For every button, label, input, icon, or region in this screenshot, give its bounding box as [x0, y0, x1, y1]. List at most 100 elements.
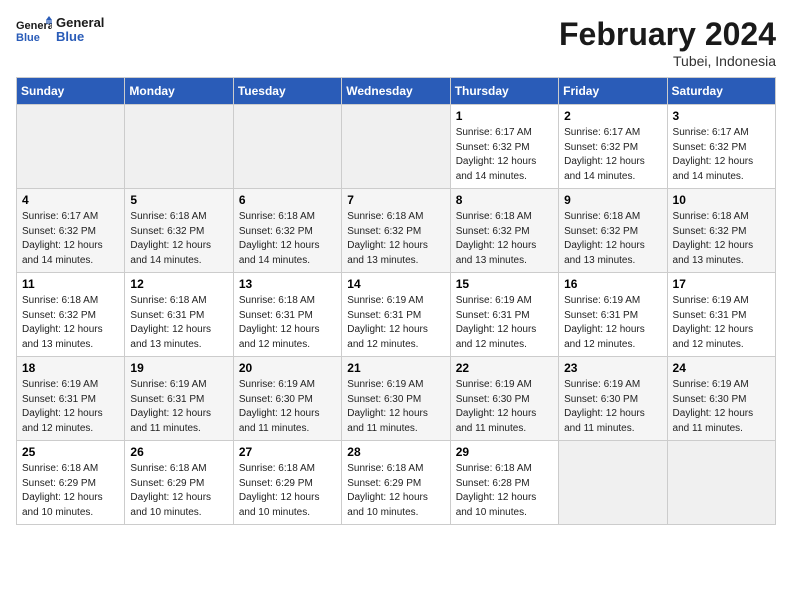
calendar-day-cell: 7 Sunrise: 6:18 AM Sunset: 6:32 PM Daylig…: [342, 189, 450, 273]
calendar-day-cell: [559, 441, 667, 525]
weekday-header-row: SundayMondayTuesdayWednesdayThursdayFrid…: [17, 78, 776, 105]
day-number: 1: [456, 109, 553, 123]
calendar-day-cell: 10Sunrise: 6:18 AM Sunset: 6:32 PM Dayli…: [667, 189, 775, 273]
day-info: Sunrise: 6:18 AM Sunset: 6:29 PM Dayligh…: [347, 462, 444, 520]
calendar-day-cell: 13Sunrise: 6:18 AM Sunset: 6:31 PM Dayli…: [233, 273, 341, 357]
weekday-header: Saturday: [667, 78, 775, 105]
calendar-day-cell: 23 Sunrise: 6:19 AM Sunset: 6:30 PM Dayli…: [559, 357, 667, 441]
weekday-header: Sunday: [17, 78, 125, 105]
day-info: Sunrise: 6:18 AM Sunset: 6:32 PM Dayligh…: [130, 210, 227, 268]
day-info: Sunrise: 6:18 AM Sunset: 6:29 PM Dayligh…: [22, 462, 119, 520]
day-info: Sunrise: 6:18 AM Sunset: 6:29 PM Dayligh…: [130, 462, 227, 520]
calendar-day-cell: 16Sunrise: 6:19 AM Sunset: 6:31 PM Dayli…: [559, 273, 667, 357]
day-number: 6: [239, 193, 336, 207]
day-info: Sunrise: 6:18 AM Sunset: 6:32 PM Dayligh…: [564, 210, 661, 268]
calendar-day-cell: 20 Sunrise: 6:19 AM Sunset: 6:30 PM Dayli…: [233, 357, 341, 441]
logo-icon: General Blue: [16, 16, 52, 44]
day-info: Sunrise: 6:17 AM Sunset: 6:32 PM Dayligh…: [673, 126, 770, 184]
day-number: 18: [22, 361, 119, 375]
calendar-day-cell: 12 Sunrise: 6:18 AM Sunset: 6:31 PM Dayli…: [125, 273, 233, 357]
calendar-day-cell: 8 Sunrise: 6:18 AM Sunset: 6:32 PM Daylig…: [450, 189, 558, 273]
day-info: Sunrise: 6:19 AM Sunset: 6:31 PM Dayligh…: [564, 294, 661, 352]
day-number: 5: [130, 193, 227, 207]
calendar-table: SundayMondayTuesdayWednesdayThursdayFrid…: [16, 77, 776, 525]
day-info: Sunrise: 6:18 AM Sunset: 6:28 PM Dayligh…: [456, 462, 553, 520]
calendar-week-row: 25 Sunrise: 6:18 AM Sunset: 6:29 PM Dayli…: [17, 441, 776, 525]
day-info: Sunrise: 6:18 AM Sunset: 6:32 PM Dayligh…: [456, 210, 553, 268]
calendar-day-cell: 27 Sunrise: 6:18 AM Sunset: 6:29 PM Dayli…: [233, 441, 341, 525]
calendar-day-cell: 2Sunrise: 6:17 AM Sunset: 6:32 PM Daylig…: [559, 105, 667, 189]
day-info: Sunrise: 6:17 AM Sunset: 6:32 PM Dayligh…: [22, 210, 119, 268]
calendar-day-cell: 24 Sunrise: 6:19 AM Sunset: 6:30 PM Dayli…: [667, 357, 775, 441]
calendar-day-cell: 28 Sunrise: 6:18 AM Sunset: 6:29 PM Dayli…: [342, 441, 450, 525]
calendar-day-cell: 5 Sunrise: 6:18 AM Sunset: 6:32 PM Daylig…: [125, 189, 233, 273]
day-info: Sunrise: 6:19 AM Sunset: 6:31 PM Dayligh…: [456, 294, 553, 352]
weekday-header: Wednesday: [342, 78, 450, 105]
day-info: Sunrise: 6:19 AM Sunset: 6:31 PM Dayligh…: [22, 378, 119, 436]
day-info: Sunrise: 6:19 AM Sunset: 6:30 PM Dayligh…: [564, 378, 661, 436]
calendar-week-row: 18 Sunrise: 6:19 AM Sunset: 6:31 PM Dayli…: [17, 357, 776, 441]
day-number: 24: [673, 361, 770, 375]
day-number: 11: [22, 277, 119, 291]
calendar-day-cell: [17, 105, 125, 189]
calendar-day-cell: 21Sunrise: 6:19 AM Sunset: 6:30 PM Dayli…: [342, 357, 450, 441]
location-subtitle: Tubei, Indonesia: [559, 53, 776, 69]
day-info: Sunrise: 6:18 AM Sunset: 6:32 PM Dayligh…: [239, 210, 336, 268]
day-number: 4: [22, 193, 119, 207]
weekday-header: Monday: [125, 78, 233, 105]
weekday-header: Tuesday: [233, 78, 341, 105]
day-info: Sunrise: 6:18 AM Sunset: 6:31 PM Dayligh…: [130, 294, 227, 352]
day-number: 23: [564, 361, 661, 375]
weekday-header: Friday: [559, 78, 667, 105]
day-info: Sunrise: 6:18 AM Sunset: 6:32 PM Dayligh…: [347, 210, 444, 268]
calendar-day-cell: 22Sunrise: 6:19 AM Sunset: 6:30 PM Dayli…: [450, 357, 558, 441]
day-info: Sunrise: 6:19 AM Sunset: 6:31 PM Dayligh…: [673, 294, 770, 352]
calendar-day-cell: [667, 441, 775, 525]
day-info: Sunrise: 6:17 AM Sunset: 6:32 PM Dayligh…: [456, 126, 553, 184]
day-info: Sunrise: 6:19 AM Sunset: 6:31 PM Dayligh…: [347, 294, 444, 352]
day-number: 10: [673, 193, 770, 207]
day-info: Sunrise: 6:17 AM Sunset: 6:32 PM Dayligh…: [564, 126, 661, 184]
calendar-week-row: 11 Sunrise: 6:18 AM Sunset: 6:32 PM Dayli…: [17, 273, 776, 357]
calendar-day-cell: 9 Sunrise: 6:18 AM Sunset: 6:32 PM Daylig…: [559, 189, 667, 273]
calendar-day-cell: 26 Sunrise: 6:18 AM Sunset: 6:29 PM Dayli…: [125, 441, 233, 525]
day-info: Sunrise: 6:18 AM Sunset: 6:29 PM Dayligh…: [239, 462, 336, 520]
day-number: 19: [130, 361, 227, 375]
calendar-day-cell: 17 Sunrise: 6:19 AM Sunset: 6:31 PM Dayli…: [667, 273, 775, 357]
day-number: 3: [673, 109, 770, 123]
calendar-day-cell: 18 Sunrise: 6:19 AM Sunset: 6:31 PM Dayli…: [17, 357, 125, 441]
calendar-day-cell: [233, 105, 341, 189]
day-number: 7: [347, 193, 444, 207]
calendar-day-cell: 25 Sunrise: 6:18 AM Sunset: 6:29 PM Dayli…: [17, 441, 125, 525]
weekday-header: Thursday: [450, 78, 558, 105]
day-number: 15: [456, 277, 553, 291]
calendar-day-cell: 19 Sunrise: 6:19 AM Sunset: 6:31 PM Dayli…: [125, 357, 233, 441]
calendar-day-cell: 6 Sunrise: 6:18 AM Sunset: 6:32 PM Daylig…: [233, 189, 341, 273]
month-title: February 2024: [559, 16, 776, 53]
day-info: Sunrise: 6:18 AM Sunset: 6:32 PM Dayligh…: [22, 294, 119, 352]
day-info: Sunrise: 6:19 AM Sunset: 6:31 PM Dayligh…: [130, 378, 227, 436]
day-number: 17: [673, 277, 770, 291]
day-number: 26: [130, 445, 227, 459]
day-info: Sunrise: 6:18 AM Sunset: 6:31 PM Dayligh…: [239, 294, 336, 352]
day-number: 29: [456, 445, 553, 459]
svg-text:Blue: Blue: [16, 32, 40, 44]
day-number: 25: [22, 445, 119, 459]
day-info: Sunrise: 6:19 AM Sunset: 6:30 PM Dayligh…: [239, 378, 336, 436]
calendar-day-cell: 4 Sunrise: 6:17 AM Sunset: 6:32 PM Daylig…: [17, 189, 125, 273]
day-info: Sunrise: 6:19 AM Sunset: 6:30 PM Dayligh…: [347, 378, 444, 436]
day-info: Sunrise: 6:19 AM Sunset: 6:30 PM Dayligh…: [673, 378, 770, 436]
day-number: 8: [456, 193, 553, 207]
day-number: 28: [347, 445, 444, 459]
day-number: 12: [130, 277, 227, 291]
day-number: 20: [239, 361, 336, 375]
calendar-day-cell: [342, 105, 450, 189]
calendar-week-row: 1 Sunrise: 6:17 AM Sunset: 6:32 PM Daylig…: [17, 105, 776, 189]
calendar-week-row: 4 Sunrise: 6:17 AM Sunset: 6:32 PM Daylig…: [17, 189, 776, 273]
page-header: General Blue General Blue February 2024 …: [16, 16, 776, 69]
logo-blue-text: Blue: [56, 30, 104, 44]
calendar-day-cell: 1 Sunrise: 6:17 AM Sunset: 6:32 PM Daylig…: [450, 105, 558, 189]
calendar-day-cell: 14Sunrise: 6:19 AM Sunset: 6:31 PM Dayli…: [342, 273, 450, 357]
day-number: 9: [564, 193, 661, 207]
day-number: 27: [239, 445, 336, 459]
